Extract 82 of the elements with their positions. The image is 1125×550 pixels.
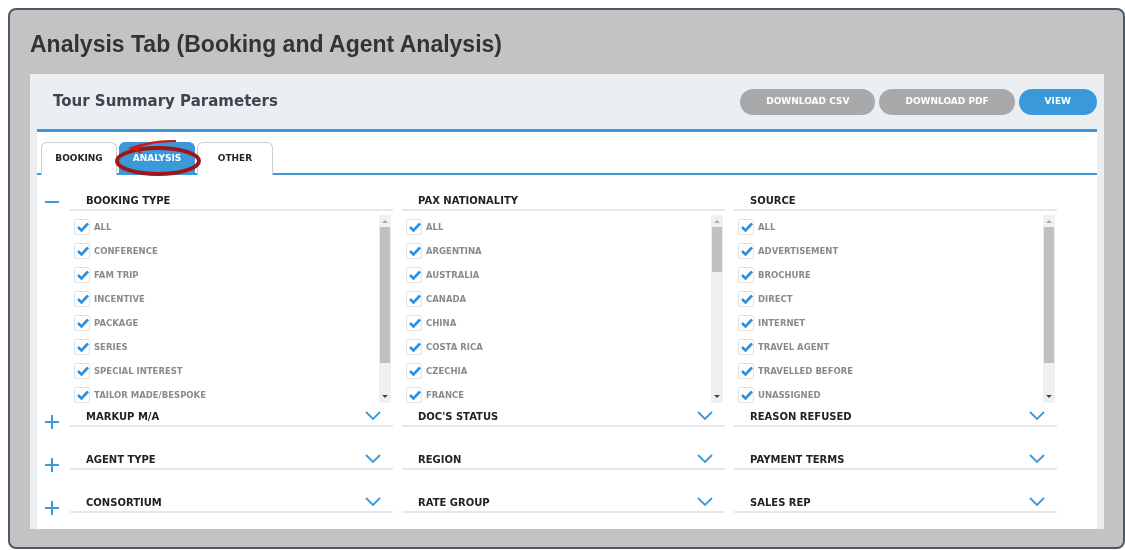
- chevron-down-icon[interactable]: [697, 411, 713, 421]
- expand-icon[interactable]: [45, 415, 59, 429]
- panel-title: Tour Summary Parameters: [53, 91, 278, 113]
- option-label: DIRECT: [758, 292, 793, 306]
- checkbox[interactable]: [738, 243, 754, 259]
- option-label: AUSTRALIA: [426, 268, 480, 282]
- option-label: COSTA RICA: [426, 340, 483, 354]
- window-title: Analysis Tab (Booking and Agent Analysis): [30, 30, 503, 58]
- option-label: PACKAGE: [94, 316, 139, 330]
- tab[interactable]: OTHER: [197, 142, 273, 175]
- chevron-down-icon[interactable]: [365, 497, 381, 507]
- section-heading: PAX NATIONALITY: [418, 195, 518, 208]
- section-dropdown[interactable]: MARKUP M/A: [86, 411, 160, 425]
- option-label: UNASSIGNED: [758, 388, 821, 402]
- chevron-down-icon[interactable]: [365, 411, 381, 421]
- scrollbar[interactable]: [379, 215, 391, 403]
- section-dropdown[interactable]: RATE GROUP: [418, 497, 490, 511]
- checkbox[interactable]: [738, 267, 754, 283]
- checkbox[interactable]: [406, 363, 422, 379]
- option-label: TAILOR MADE/BESPOKE: [94, 388, 206, 402]
- option-label: TRAVELLED BEFORE: [758, 364, 854, 378]
- checkbox[interactable]: [406, 387, 422, 403]
- chevron-down-icon[interactable]: [1029, 497, 1045, 507]
- checkbox[interactable]: [738, 387, 754, 403]
- checkbox[interactable]: [74, 315, 90, 331]
- scrollbar[interactable]: [711, 215, 723, 403]
- checkbox[interactable]: [74, 387, 90, 403]
- checkbox[interactable]: [74, 219, 90, 235]
- checkbox[interactable]: [406, 219, 422, 235]
- option-label: INTERNET: [758, 316, 806, 330]
- chevron-down-icon[interactable]: [697, 497, 713, 507]
- option-label: FAM TRIP: [94, 268, 139, 282]
- option-label: FRANCE: [426, 388, 465, 402]
- option-label: ADVERTISEMENT: [758, 244, 839, 258]
- checkbox[interactable]: [74, 267, 90, 283]
- option-label: TRAVEL AGENT: [758, 340, 830, 354]
- checkbox[interactable]: [738, 315, 754, 331]
- chevron-down-icon[interactable]: [1029, 411, 1045, 421]
- option-label: ARGENTINA: [426, 244, 482, 258]
- checkbox[interactable]: [406, 267, 422, 283]
- expand-icon[interactable]: [45, 501, 59, 515]
- option-label: ALL: [94, 220, 112, 234]
- option-label: CHINA: [426, 316, 457, 330]
- checkbox[interactable]: [738, 339, 754, 355]
- option-label: ALL: [426, 220, 444, 234]
- section-dropdown[interactable]: SALES REP: [750, 497, 811, 511]
- option-label: CONFERENCE: [94, 244, 158, 258]
- section-dropdown[interactable]: DOC'S STATUS: [418, 411, 499, 425]
- expand-icon[interactable]: [45, 458, 59, 472]
- section-dropdown[interactable]: PAYMENT TERMS: [750, 454, 845, 468]
- checkbox[interactable]: [74, 363, 90, 379]
- section-heading: SOURCE: [750, 195, 796, 208]
- option-label: ALL: [758, 220, 776, 234]
- checkbox[interactable]: [406, 291, 422, 307]
- checkbox[interactable]: [738, 363, 754, 379]
- section-dropdown[interactable]: AGENT TYPE: [86, 454, 156, 468]
- checkbox[interactable]: [74, 243, 90, 259]
- checkbox[interactable]: [738, 291, 754, 307]
- checkbox[interactable]: [74, 339, 90, 355]
- tab[interactable]: BOOKING: [41, 142, 117, 175]
- checkbox[interactable]: [406, 339, 422, 355]
- checkbox[interactable]: [406, 243, 422, 259]
- section-dropdown[interactable]: REGION: [418, 454, 462, 468]
- option-label: INCENTIVE: [94, 292, 145, 306]
- section-dropdown[interactable]: CONSORTIUM: [86, 497, 162, 511]
- chevron-down-icon[interactable]: [365, 454, 381, 464]
- chevron-down-icon[interactable]: [697, 454, 713, 464]
- checkbox[interactable]: [74, 291, 90, 307]
- scrollbar[interactable]: [1043, 215, 1055, 403]
- section-heading: BOOKING TYPE: [86, 195, 171, 208]
- section-dropdown[interactable]: REASON REFUSED: [750, 411, 852, 425]
- scroll-thumb[interactable]: [380, 227, 390, 363]
- option-label: CANADA: [426, 292, 467, 306]
- option-label: SERIES: [94, 340, 128, 354]
- scroll-thumb[interactable]: [1044, 227, 1054, 363]
- chevron-down-icon[interactable]: [1029, 454, 1045, 464]
- checkbox[interactable]: [738, 219, 754, 235]
- option-label: SPECIAL INTEREST: [94, 364, 183, 378]
- option-label: CZECHIA: [426, 364, 468, 378]
- scroll-thumb[interactable]: [712, 227, 722, 272]
- checkbox[interactable]: [406, 315, 422, 331]
- option-label: BROCHURE: [758, 268, 811, 282]
